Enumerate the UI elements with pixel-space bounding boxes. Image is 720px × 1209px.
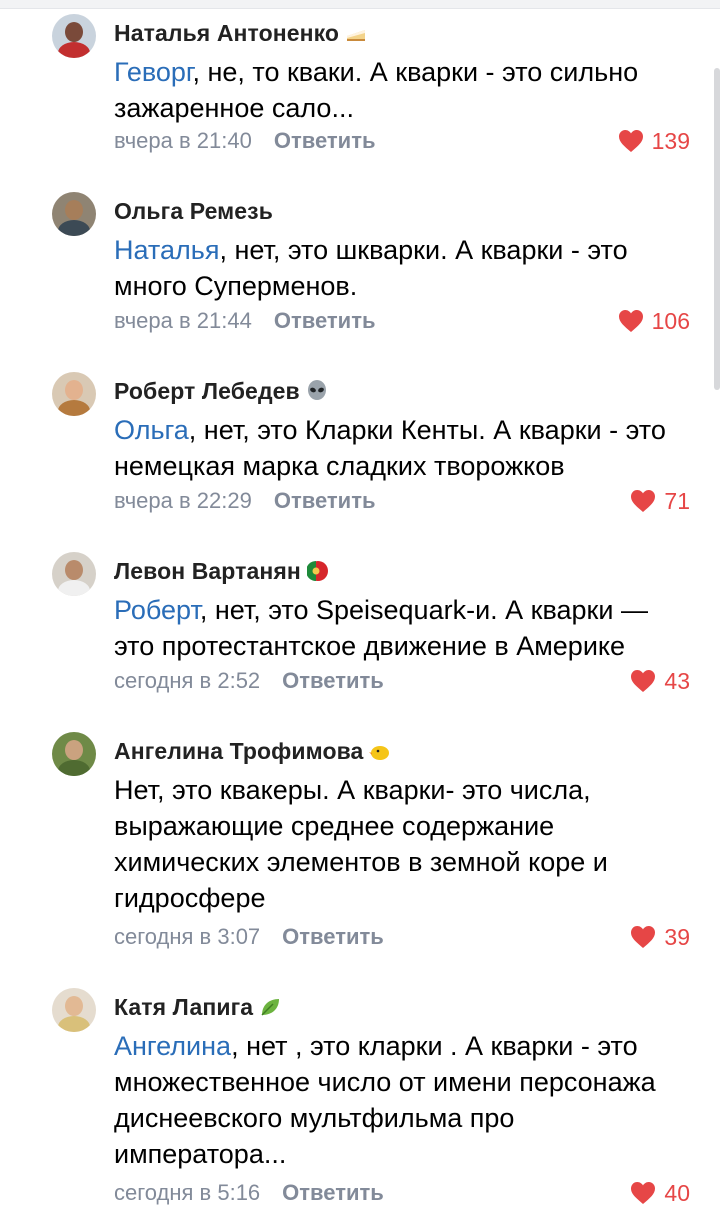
scrollbar[interactable] [714,68,720,390]
like-button[interactable]: 139 [618,125,690,157]
reply-button[interactable]: Ответить [274,488,376,514]
top-divider [0,0,720,9]
avatar[interactable] [52,14,96,58]
comment-time[interactable]: сегодня в 2:52 [114,668,260,694]
like-count: 139 [651,127,690,154]
like-button[interactable]: 39 [630,921,690,953]
author-name[interactable]: Катя Лапига [114,994,253,1021]
comment-body: Нет, это квакеры. А кварки- это числа, в… [114,775,608,913]
author-name[interactable]: Ольга Ремезь [114,198,273,225]
comment-time[interactable]: сегодня в 5:16 [114,1180,260,1206]
heart-icon [631,670,656,692]
reply-to-link[interactable]: Ольга [114,415,189,445]
like-button[interactable]: 40 [630,1177,690,1209]
reply-button[interactable]: Ответить [274,128,376,154]
author-name[interactable]: Наталья Антоненко [114,20,339,47]
comment-text: Нет, это квакеры. А кварки- это числа, в… [114,772,694,916]
avatar[interactable] [52,372,96,416]
reply-button[interactable]: Ответить [282,924,384,950]
like-count: 71 [664,487,690,514]
author-name[interactable]: Ангелина Трофимова [114,738,363,765]
author-name[interactable]: Роберт Лебедев [114,378,300,405]
comment-time[interactable]: сегодня в 3:07 [114,924,260,950]
heart-icon [618,310,643,332]
comment-text: Роберт, нет, это Speisequark-и. А кварки… [114,592,694,664]
comment-text: Наталья, нет, это шкварки. А кварки - эт… [114,232,694,304]
like-count: 39 [664,923,690,950]
heart-icon [631,926,656,948]
author-name[interactable]: Левон Вартанян [114,558,301,585]
avatar[interactable] [52,988,96,1032]
like-count: 43 [664,667,690,694]
avatar[interactable] [52,732,96,776]
cake-icon [345,22,367,44]
chick-icon [369,740,391,762]
comment-text: Ангелина, нет , это кларки . А кварки - … [114,1028,694,1172]
avatar[interactable] [52,192,96,236]
heart-icon [618,130,643,152]
like-button[interactable]: 106 [618,305,690,337]
like-count: 40 [664,1179,690,1206]
leaf-icon [259,996,281,1018]
comment-text: Ольга, нет, это Кларки Кенты. А кварки -… [114,412,694,484]
reply-button[interactable]: Ответить [282,668,384,694]
alien-icon [306,380,328,402]
comment-time[interactable]: вчера в 21:44 [114,308,252,334]
like-count: 106 [651,307,690,334]
heart-icon [631,490,656,512]
comment-body: , нет, это Кларки Кенты. А кварки - это … [114,415,666,481]
reply-to-link[interactable]: Роберт [114,595,200,625]
portugal-flag-icon [305,560,329,582]
reply-to-link[interactable]: Ангелина [114,1031,231,1061]
avatar[interactable] [52,552,96,596]
reply-button[interactable]: Ответить [274,308,376,334]
comment-time[interactable]: вчера в 22:29 [114,488,252,514]
reply-button[interactable]: Ответить [282,1180,384,1206]
reply-to-link[interactable]: Наталья [114,235,219,265]
comment-body: , не, то кваки. А кварки - это сильно за… [114,57,639,123]
like-button[interactable]: 43 [630,665,690,697]
reply-to-link[interactable]: Геворг [114,57,192,87]
comment-text: Геворг, не, то кваки. А кварки - это сил… [114,54,694,126]
like-button[interactable]: 71 [630,485,690,517]
heart-icon [631,1182,656,1204]
comment-time[interactable]: вчера в 21:40 [114,128,252,154]
